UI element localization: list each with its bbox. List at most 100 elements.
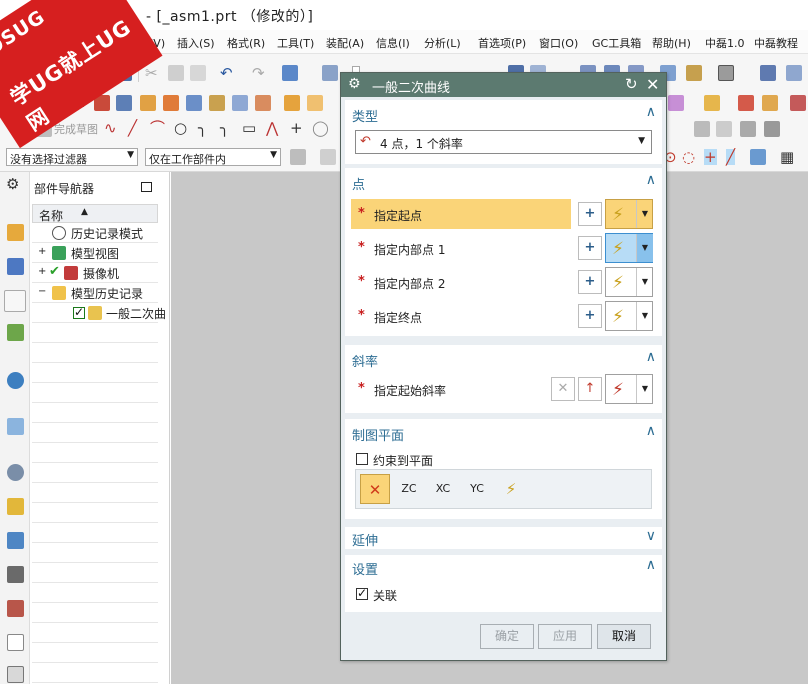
snap-quadrant-icon[interactable]: ◌: [682, 149, 695, 165]
snap-face-icon[interactable]: [750, 149, 766, 165]
point-dialog-button[interactable]: +: [578, 202, 602, 226]
reset-icon[interactable]: ↻: [625, 75, 638, 93]
menu-zhonglei-tutorial[interactable]: 中磊教程: [754, 35, 798, 51]
distance-icon[interactable]: [716, 121, 732, 137]
chevron-down-icon[interactable]: ▼: [636, 200, 653, 228]
assembly-icon[interactable]: [668, 95, 684, 111]
blend-icon[interactable]: [255, 95, 271, 111]
point-row-start[interactable]: * 指定起点: [351, 199, 571, 229]
chevron-down-icon[interactable]: ▼: [636, 302, 653, 330]
feature-visible-checkbox[interactable]: [73, 305, 85, 319]
analysis-icon[interactable]: [764, 121, 780, 137]
line-icon[interactable]: ╱: [128, 120, 137, 136]
arc-icon[interactable]: ⌒: [150, 120, 165, 136]
palette-icon[interactable]: [7, 498, 24, 515]
web-browser-icon[interactable]: [7, 372, 24, 389]
plane-select-icon[interactable]: ✕: [360, 474, 390, 504]
assembly-navigator-icon[interactable]: [7, 224, 24, 241]
chamfer-icon[interactable]: ╮: [220, 120, 229, 136]
mesh-icon[interactable]: [307, 95, 323, 111]
finish-sketch-label[interactable]: 完成草图: [54, 121, 98, 137]
settings-gear-icon[interactable]: ⚙: [6, 176, 19, 192]
menu-zhonglei[interactable]: 中磊1.0: [705, 35, 745, 51]
polygon-icon[interactable]: ⋀: [266, 120, 278, 136]
settings-section-title[interactable]: 设置: [352, 559, 378, 578]
redo-icon[interactable]: ↷: [252, 65, 265, 81]
profile-icon[interactable]: ∿: [104, 120, 117, 136]
material-icon[interactable]: [686, 65, 702, 81]
plane-section-title[interactable]: 制图平面: [352, 425, 404, 444]
menu-format[interactable]: 格式(R): [227, 35, 265, 51]
scope-filter-select[interactable]: 仅在工作部件内 ▼: [145, 148, 281, 166]
maximize-icon[interactable]: [141, 182, 152, 192]
chevron-up-icon[interactable]: ∧: [646, 423, 656, 439]
blank-panel-icon[interactable]: [7, 634, 24, 651]
plane-xc-button[interactable]: XC: [428, 474, 458, 504]
process-studio-icon[interactable]: [7, 600, 24, 617]
snap-intersection-icon[interactable]: +: [704, 149, 717, 165]
paste-icon[interactable]: [190, 65, 206, 81]
menu-information[interactable]: 信息(I): [376, 35, 410, 51]
ok-button[interactable]: 确定: [480, 624, 534, 649]
chevron-down-icon[interactable]: ▼: [636, 234, 653, 262]
column-header-name[interactable]: 名称 ▲: [32, 204, 158, 223]
reverse-direction-icon[interactable]: ✕: [551, 377, 575, 401]
point-icon[interactable]: +: [290, 120, 303, 136]
explode-icon[interactable]: [790, 95, 806, 111]
cut-icon[interactable]: ✂: [145, 65, 158, 81]
hole-icon[interactable]: [232, 95, 248, 111]
inferred-point-button[interactable]: ⚡ ▼: [605, 233, 653, 263]
list-panel-icon[interactable]: [7, 666, 24, 683]
point-row-end[interactable]: * 指定终点: [351, 301, 571, 331]
inferred-point-button[interactable]: ⚡ ▼: [605, 267, 653, 297]
constrain-to-plane-checkbox[interactable]: [356, 453, 368, 465]
snap-on-curve-icon[interactable]: ╱: [726, 149, 736, 165]
menu-assembly[interactable]: 装配(A): [326, 35, 364, 51]
menu-preferences[interactable]: 首选项(P): [478, 35, 526, 51]
menu-window[interactable]: 窗口(O): [539, 35, 578, 51]
inferred-point-button[interactable]: ⚡ ▼: [605, 301, 653, 331]
type-section-title[interactable]: 类型: [352, 106, 378, 125]
dialog-title-bar[interactable]: ⚙ 一般二次曲线 ↻ ✕: [341, 73, 666, 97]
close-icon[interactable]: ✕: [646, 75, 659, 94]
snap-settings-icon[interactable]: [320, 149, 336, 165]
measure-icon[interactable]: [694, 121, 710, 137]
constraint-icon[interactable]: [738, 95, 754, 111]
menu-help[interactable]: 帮助(H): [652, 35, 691, 51]
menu-tools[interactable]: 工具(T): [277, 35, 314, 51]
plane-dialog-icon[interactable]: ⚡: [496, 474, 526, 504]
sweep-icon[interactable]: [284, 95, 300, 111]
cancel-button[interactable]: 取消: [597, 624, 651, 649]
chevron-up-icon[interactable]: ∧: [646, 557, 656, 573]
ellipse-icon[interactable]: ◯: [312, 120, 329, 136]
snap-grid-icon[interactable]: ▦: [780, 149, 794, 165]
menu-insert[interactable]: 插入(S): [177, 35, 215, 51]
plane-zc-button[interactable]: ZC: [394, 474, 424, 504]
gear-icon[interactable]: ⚙: [348, 76, 361, 92]
type-select[interactable]: ↶ 4 点，1 个斜率 ▼: [355, 130, 652, 154]
apply-button[interactable]: 应用: [538, 624, 592, 649]
fillet-icon[interactable]: ╮: [198, 120, 207, 136]
circle-icon[interactable]: ○: [174, 120, 187, 136]
chevron-down-icon[interactable]: ∨: [646, 528, 656, 544]
rectangle-icon[interactable]: ▭: [242, 120, 256, 136]
point-dialog-button[interactable]: +: [578, 270, 602, 294]
point-dialog-button[interactable]: +: [578, 236, 602, 260]
menu-gc-toolbox[interactable]: GC工具箱: [592, 35, 641, 51]
plane-yc-button[interactable]: YC: [462, 474, 492, 504]
history-clock-icon[interactable]: [7, 464, 24, 481]
associative-checkbox[interactable]: [356, 586, 368, 600]
chevron-up-icon[interactable]: ∧: [646, 172, 656, 188]
vector-dialog-button[interactable]: ↑: [578, 377, 602, 401]
undo-icon[interactable]: ↶: [220, 65, 233, 81]
find-icon[interactable]: [322, 65, 338, 81]
chevron-down-icon[interactable]: ▼: [636, 375, 653, 403]
block-icon[interactable]: [140, 95, 156, 111]
copy-icon[interactable]: [168, 65, 184, 81]
slope-row-start[interactable]: * 指定起始斜率: [351, 374, 571, 404]
extrude-icon[interactable]: [186, 95, 202, 111]
expand-icon[interactable]: +: [38, 266, 46, 277]
reuse-library-icon[interactable]: [7, 324, 24, 341]
render-icon[interactable]: [282, 65, 298, 81]
constraint-navigator-icon[interactable]: [7, 258, 24, 275]
